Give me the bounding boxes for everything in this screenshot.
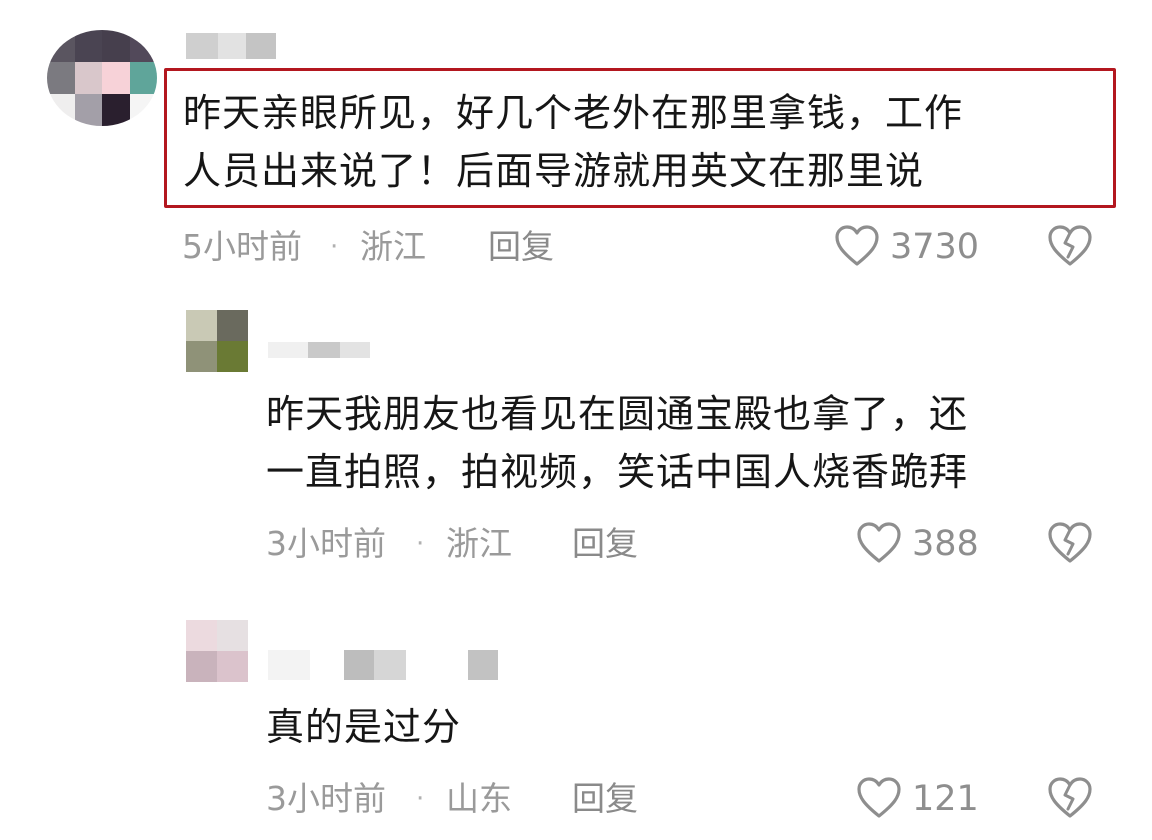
username-blurred[interactable] <box>186 33 276 59</box>
like-count: 121 <box>912 779 979 819</box>
meta-separator: · <box>416 529 425 559</box>
heart-outline-icon[interactable] <box>856 776 902 820</box>
comment-text: 真的是过分 <box>266 705 462 749</box>
broken-heart-icon[interactable] <box>1047 224 1093 268</box>
comment-time: 5小时前 <box>182 227 302 266</box>
comment-time: 3小时前 <box>266 524 386 563</box>
like-count: 3730 <box>890 227 980 267</box>
meta-separator: · <box>330 232 339 262</box>
like-count: 388 <box>912 524 979 564</box>
reply-button[interactable]: 回复 <box>572 524 638 564</box>
reply-button[interactable]: 回复 <box>572 779 638 819</box>
comment-region: 浙江 <box>360 227 426 266</box>
comment-text: 昨天我朋友也看见在圆通宝殿也拿了，还 一直拍照，拍视频，笑话中国人烧香跪拜 <box>266 392 969 494</box>
avatar[interactable] <box>186 620 248 682</box>
meta-separator: · <box>416 784 425 814</box>
comment-time: 3小时前 <box>266 779 386 818</box>
comment-region: 山东 <box>446 779 512 818</box>
avatar[interactable] <box>186 310 248 372</box>
broken-heart-icon[interactable] <box>1047 776 1093 820</box>
username-blurred[interactable] <box>268 650 498 680</box>
comment-region: 浙江 <box>446 524 512 563</box>
broken-heart-icon[interactable] <box>1047 521 1093 565</box>
heart-outline-icon[interactable] <box>834 224 880 268</box>
username-blurred[interactable] <box>268 342 370 358</box>
avatar[interactable] <box>47 30 157 126</box>
comment-text: 昨天亲眼所见，好几个老外在那里拿钱，工作 人员出来说了！后面导游就用英文在那里说 <box>183 91 964 193</box>
heart-outline-icon[interactable] <box>856 521 902 565</box>
reply-button[interactable]: 回复 <box>488 227 554 267</box>
